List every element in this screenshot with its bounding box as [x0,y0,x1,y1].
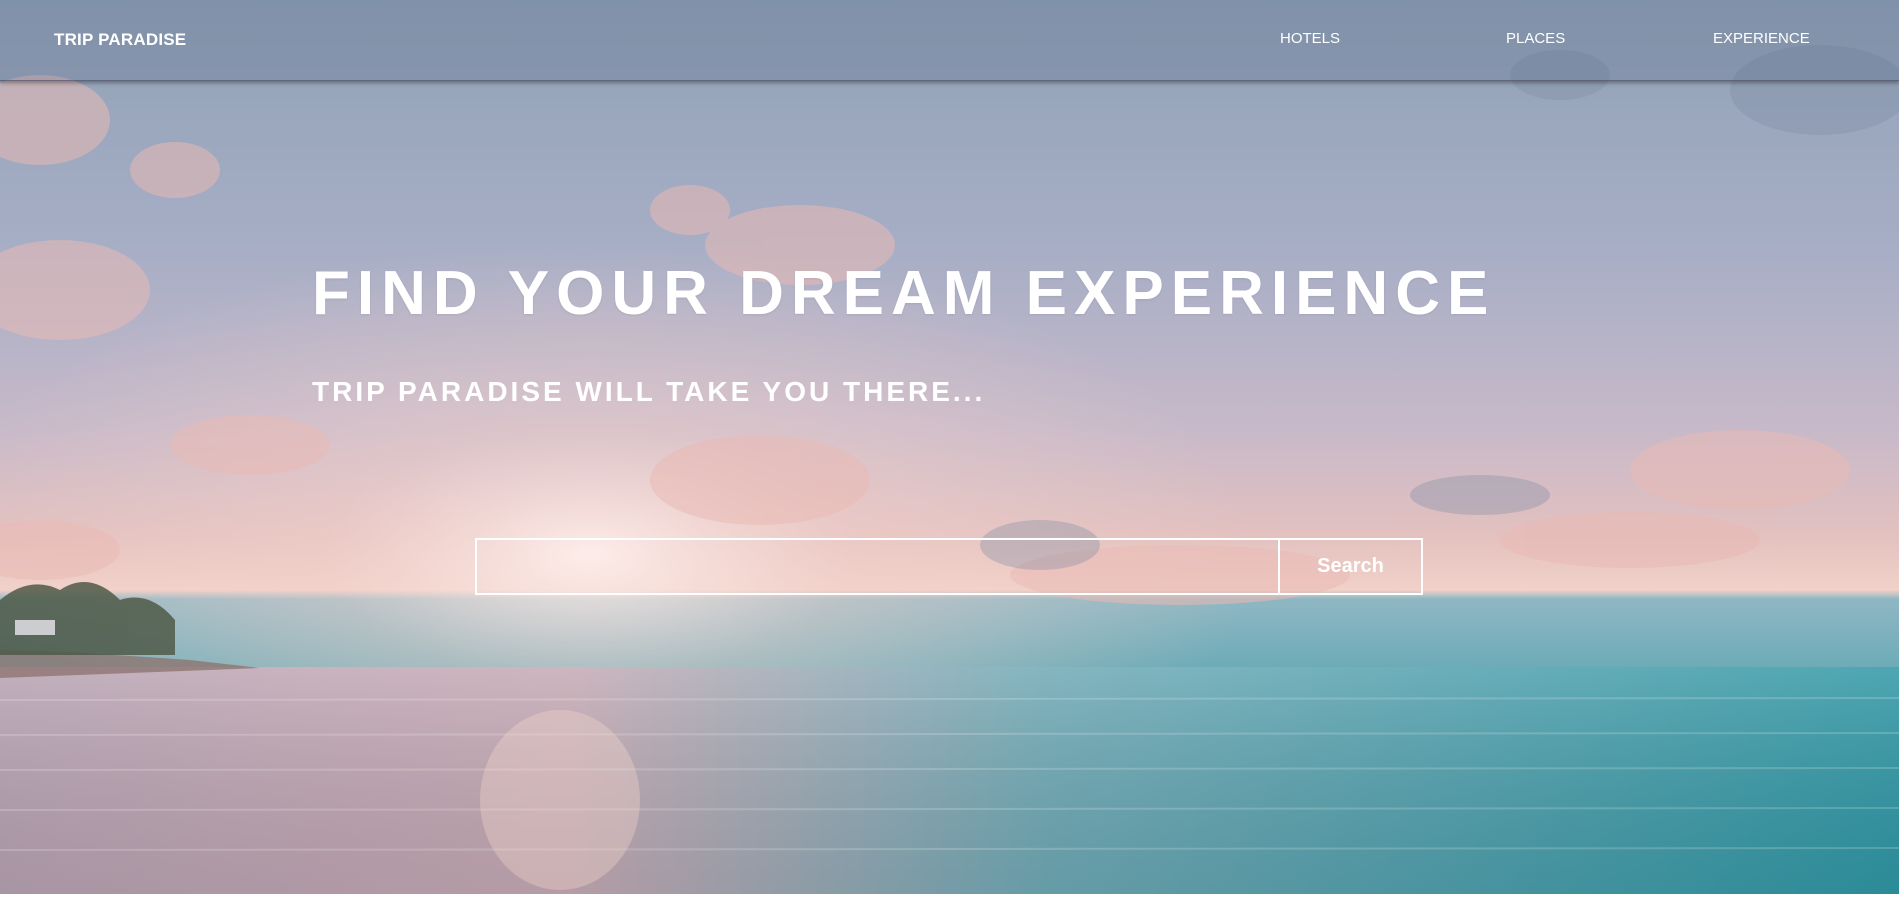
nav-link-places[interactable]: PLACES [1506,30,1565,47]
search-input[interactable] [475,538,1279,595]
hero-section: TRIP PARADISE HOTELS PLACES EXPERIENCE F… [0,0,1899,894]
hero-headline: FIND YOUR DREAM EXPERIENCE [312,259,1496,328]
top-navbar: TRIP PARADISE HOTELS PLACES EXPERIENCE [0,0,1899,81]
nav-link-hotels[interactable]: HOTELS [1280,30,1340,47]
brand-logo-link[interactable]: TRIP PARADISE [54,30,186,50]
beach-sunset-background [0,0,1899,894]
search-button[interactable]: Search [1279,538,1423,595]
search-form: Search [475,538,1423,595]
nav-link-experience[interactable]: EXPERIENCE [1713,30,1810,47]
hero-subheadline: TRIP PARADISE WILL TAKE YOU THERE... [312,376,986,407]
